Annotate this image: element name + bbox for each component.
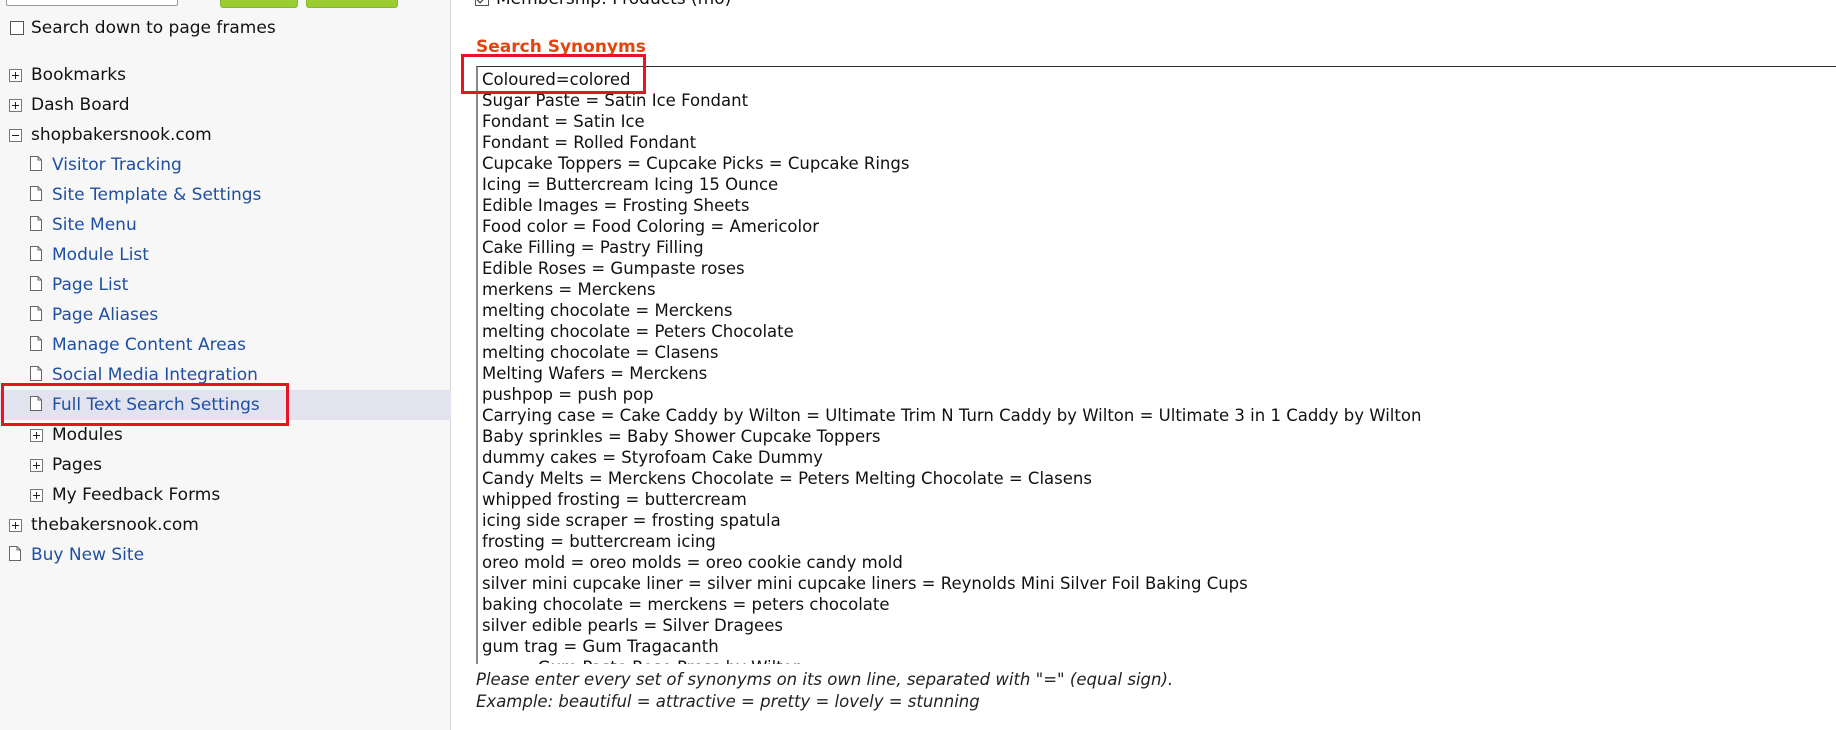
tree-item-label: shopbakersnook.com: [31, 125, 212, 145]
tree-item-label[interactable]: Site Menu: [52, 215, 137, 235]
help-text-line-2: Example: beautiful = attractive = pretty…: [476, 692, 980, 711]
help-text-line-1: Please enter every set of synonyms on it…: [476, 670, 1174, 689]
synonym-line: pushpop = push pop: [482, 385, 654, 404]
page-icon: [30, 365, 42, 381]
section-title: Search Synonyms: [476, 37, 646, 57]
tree-item-label[interactable]: Buy New Site: [31, 545, 144, 565]
tree-item-label[interactable]: Module List: [52, 245, 149, 265]
tree-item-visitor-tracking[interactable]: Visitor Tracking: [30, 150, 182, 180]
tree-item-buy-new-site[interactable]: Buy New Site: [9, 540, 144, 570]
tree-item-label[interactable]: Page List: [52, 275, 128, 295]
tree-item-dash-board[interactable]: Dash Board: [9, 90, 130, 120]
page-icon: [30, 335, 42, 351]
tree-item-page-aliases[interactable]: Page Aliases: [30, 300, 158, 330]
synonym-line: Baby sprinkles = Baby Shower Cupcake Top…: [482, 427, 881, 446]
synonym-line: Cake Filling = Pastry Filling: [482, 238, 704, 257]
tree-item-label: My Feedback Forms: [52, 485, 221, 505]
page-icon: [30, 185, 42, 201]
main-panel: Membership: Products (mo) Search Synonym…: [452, 0, 1836, 730]
tree-item-modules[interactable]: Modules: [30, 420, 123, 450]
tree-item-bookmarks[interactable]: Bookmarks: [9, 60, 126, 90]
synonym-line: frosting = buttercream icing: [482, 532, 716, 551]
synonyms-textarea[interactable]: Coloured=colored Sugar Paste = Satin Ice …: [476, 66, 1836, 664]
tree-item-my-feedback-forms[interactable]: My Feedback Forms: [30, 480, 220, 510]
synonym-line: Edible Images = Frosting Sheets: [482, 196, 750, 215]
tree-item-label: thebakersnook.com: [31, 515, 199, 535]
plus-box-icon[interactable]: [9, 68, 22, 82]
search-button[interactable]: [220, 0, 298, 8]
synonym-line: Cupcake Toppers = Cupcake Picks = Cupcak…: [482, 154, 910, 173]
tree-item-label: Bookmarks: [31, 65, 126, 85]
page-icon: [30, 275, 42, 291]
synonym-line: whipped frosting = buttercream: [482, 490, 747, 509]
tree-item-label[interactable]: Visitor Tracking: [52, 155, 182, 175]
synonym-line: gum trag = Gum Tragacanth: [482, 637, 719, 656]
page-icon: [30, 305, 42, 321]
synonym-line: Fondant = Satin Ice: [482, 112, 645, 131]
tree-item-pages[interactable]: Pages: [30, 450, 102, 480]
minus-box-icon[interactable]: [9, 128, 22, 142]
synonym-line: Candy Melts = Merckens Chocolate = Peter…: [482, 469, 1092, 488]
search-frames-checkbox[interactable]: [10, 21, 24, 35]
search-frames-label: Search down to page frames: [31, 18, 276, 38]
sidebar: Search down to page frames Bookmarks Dash…: [0, 0, 451, 730]
synonym-line: Carrying case = Cake Caddy by Wilton = U…: [482, 406, 1422, 425]
tree-item-manage-content-areas[interactable]: Manage Content Areas: [30, 330, 246, 360]
membership-products-label: Membership: Products (mo): [496, 0, 731, 9]
tree-item-label[interactable]: Manage Content Areas: [52, 335, 246, 355]
synonym-line: ...... = Gum Paste Rose Press by Wilton: [482, 657, 803, 664]
synonym-line: Coloured=colored: [482, 70, 631, 89]
synonym-line: silver mini cupcake liner = silver mini …: [482, 574, 1248, 593]
tree-item-page-list[interactable]: Page List: [30, 270, 128, 300]
synonym-line: Edible Roses = Gumpaste roses: [482, 259, 745, 278]
synonym-line: baking chocolate = merckens = peters cho…: [482, 595, 890, 614]
tree-item-thebakersnook-com[interactable]: thebakersnook.com: [9, 510, 199, 540]
tree-item-label[interactable]: Site Template & Settings: [52, 185, 261, 205]
plus-box-icon[interactable]: [30, 488, 43, 502]
plus-box-icon[interactable]: [30, 458, 43, 472]
synonym-line: melting chocolate = Merckens: [482, 301, 733, 320]
tree-item-module-list[interactable]: Module List: [30, 240, 149, 270]
tree-item-label[interactable]: Full Text Search Settings: [52, 395, 260, 415]
tree-item-label[interactable]: Social Media Integration: [52, 365, 258, 385]
tree-item-label: Modules: [52, 425, 123, 445]
membership-products-row[interactable]: Membership: Products (mo): [475, 0, 731, 10]
search-frames-row[interactable]: Search down to page frames: [10, 13, 276, 43]
synonym-line: Food color = Food Coloring = Americolor: [482, 217, 819, 236]
tree-item-social-media-integration[interactable]: Social Media Integration: [30, 360, 258, 390]
tree-item-site-menu[interactable]: Site Menu: [30, 210, 137, 240]
synonym-line: dummy cakes = Styrofoam Cake Dummy: [482, 448, 823, 467]
synonym-line: oreo mold = oreo molds = oreo cookie can…: [482, 553, 903, 572]
tree-item-full-text-search-settings[interactable]: Full Text Search Settings: [30, 390, 260, 420]
tree-item-shopbakersnook-com[interactable]: shopbakersnook.com: [9, 120, 212, 150]
reset-button[interactable]: [306, 0, 398, 8]
synonym-line: merkens = Merckens: [482, 280, 656, 299]
tree-item-label: Dash Board: [31, 95, 130, 115]
page-icon: [30, 395, 42, 411]
page-icon: [30, 245, 42, 261]
search-input[interactable]: [6, 0, 178, 6]
synonym-line: Icing = Buttercream Icing 15 Ounce: [482, 175, 779, 194]
tree-item-label[interactable]: Page Aliases: [52, 305, 158, 325]
membership-products-checkbox[interactable]: [475, 0, 489, 6]
page-icon: [30, 215, 42, 231]
plus-box-icon[interactable]: [9, 518, 22, 532]
plus-box-icon[interactable]: [30, 428, 43, 442]
synonym-line: melting chocolate = Peters Chocolate: [482, 322, 794, 341]
tree-item-site-template-and-settings[interactable]: Site Template & Settings: [30, 180, 261, 210]
page-icon: [30, 155, 42, 171]
synonym-line: melting chocolate = Clasens: [482, 343, 719, 362]
synonym-line: Fondant = Rolled Fondant: [482, 133, 697, 152]
synonym-line: Sugar Paste = Satin Ice Fondant: [482, 91, 749, 110]
plus-box-icon[interactable]: [9, 98, 22, 112]
page-icon: [9, 545, 21, 561]
synonym-line: Melting Wafers = Merckens: [482, 364, 708, 383]
synonym-line: icing side scraper = frosting spatula: [482, 511, 781, 530]
tree-item-label: Pages: [52, 455, 103, 475]
synonym-line: silver edible pearls = Silver Dragees: [482, 616, 783, 635]
